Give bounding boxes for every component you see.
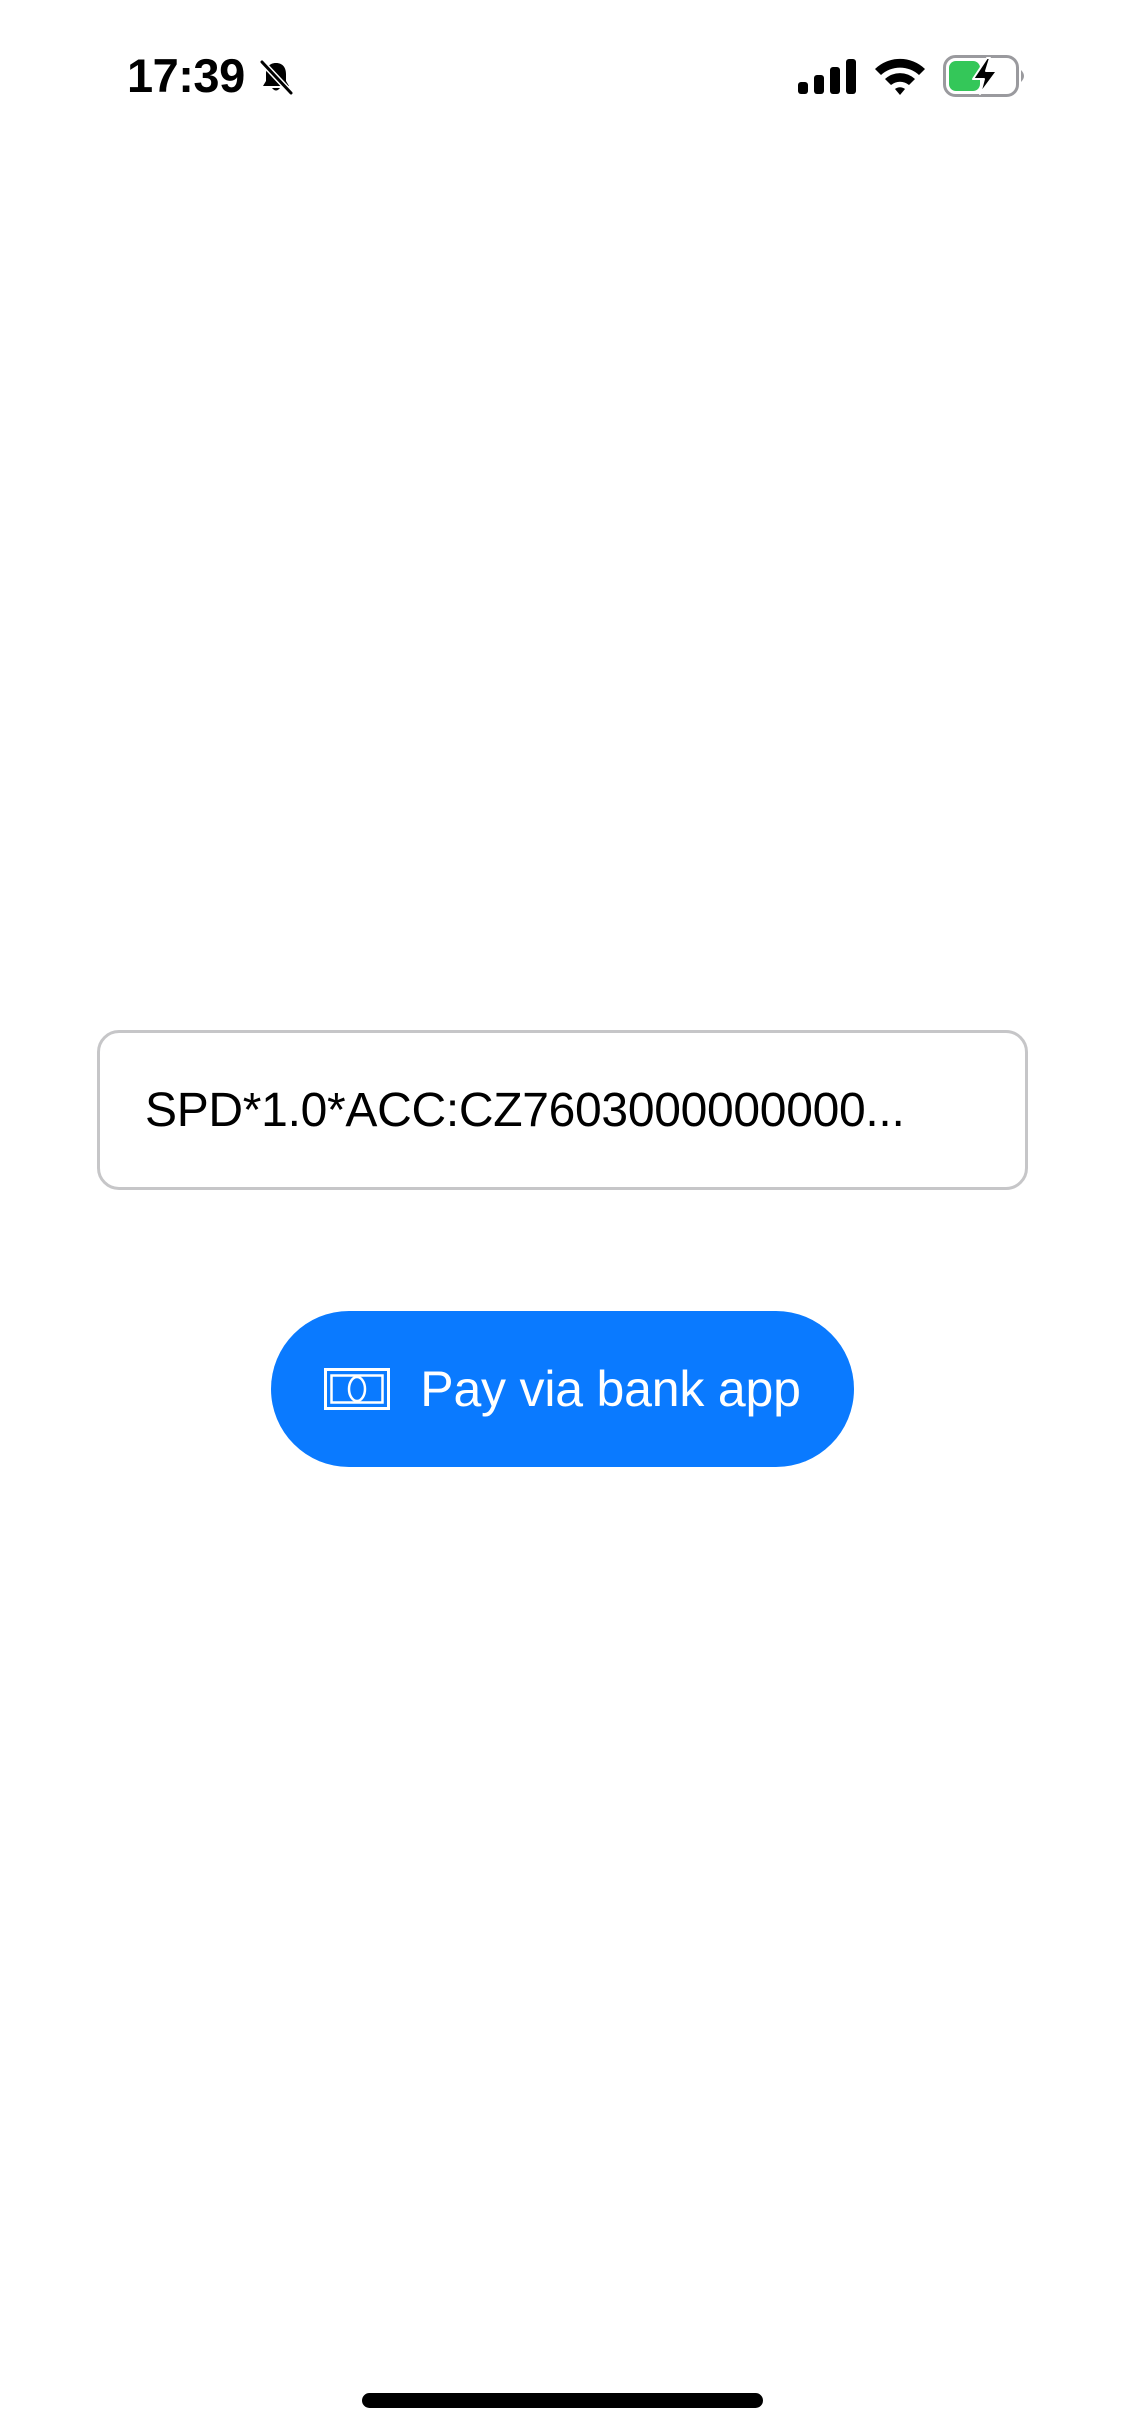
home-indicator[interactable]: [362, 2393, 763, 2408]
cellular-signal-icon: [798, 59, 856, 94]
payment-code-field[interactable]: SPD*1.0*ACC:CZ7603000000000...: [97, 1030, 1028, 1190]
payment-code-value: SPD*1.0*ACC:CZ7603000000000...: [145, 1083, 905, 1137]
wifi-icon: [875, 58, 925, 95]
bell-slash-icon: [259, 59, 294, 96]
pay-button-label: Pay via bank app: [420, 1361, 801, 1417]
pay-via-bank-app-button[interactable]: Pay via bank app: [271, 1311, 854, 1467]
status-bar: 17:39: [0, 0, 1125, 150]
status-time: 17:39: [127, 49, 245, 102]
battery-charging-icon: [943, 55, 1024, 97]
banknote-icon: [324, 1368, 391, 1410]
